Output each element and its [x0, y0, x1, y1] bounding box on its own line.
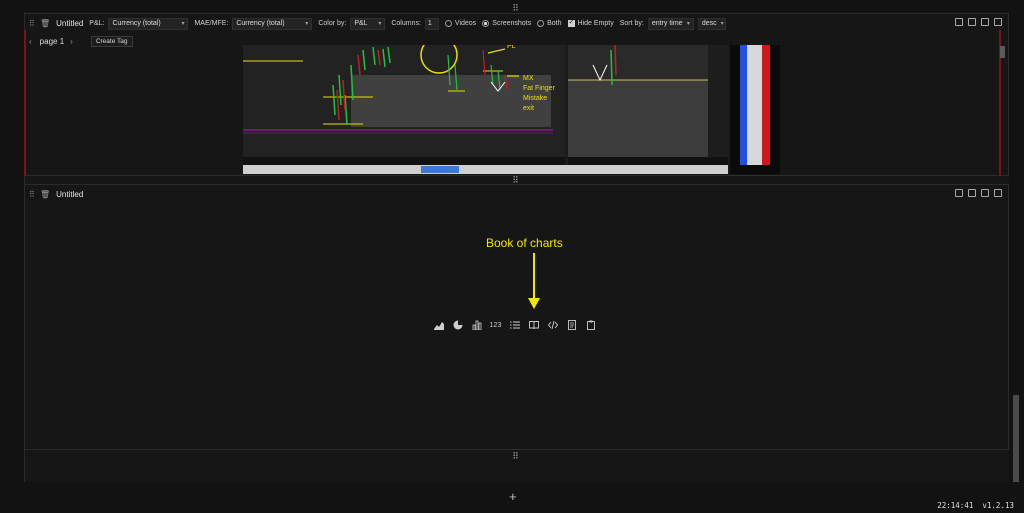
- sortby-select-value: entry time: [651, 20, 683, 27]
- pnl-select-value: Currency (total): [112, 20, 161, 27]
- chevron-left-icon[interactable]: ‹: [29, 37, 32, 46]
- page-bar: ‹ page 1 › Create Tag: [29, 34, 133, 48]
- screenshot-annotation-1: Fat Finger: [523, 85, 556, 92]
- sortby-select[interactable]: entry time ▾: [647, 17, 694, 30]
- create-tag-button[interactable]: Create Tag: [90, 35, 133, 47]
- colorby-label: Color by:: [318, 20, 347, 27]
- trade-screenshot-image: PL MX Fat Finger Mistake exit: [243, 45, 780, 174]
- chevron-down-icon: ▾: [378, 21, 382, 27]
- number-icon-label: 123: [489, 321, 502, 329]
- screenshot-annotation-0: MX: [523, 75, 534, 82]
- panel-window-controls: [955, 18, 1002, 26]
- chevron-right-icon[interactable]: ›: [70, 37, 73, 46]
- annotation-arrow-icon: [533, 253, 535, 303]
- radio-videos[interactable]: [444, 20, 452, 27]
- panel-window-controls-2: [955, 189, 1002, 197]
- expand-icon[interactable]: [955, 18, 963, 26]
- chevron-down-icon: ▾: [305, 21, 309, 27]
- maemfe-select[interactable]: Currency (total) ▾: [232, 17, 313, 30]
- radio-both[interactable]: [537, 20, 545, 27]
- loss-indicator-left: [24, 30, 26, 176]
- pnl-label: P&L:: [89, 20, 105, 27]
- chevron-down-icon: ▾: [720, 21, 724, 27]
- colorby-select[interactable]: P&L ▾: [350, 17, 386, 30]
- radio-videos-label: Videos: [454, 20, 477, 27]
- code-icon[interactable]: [545, 318, 560, 332]
- area-chart-icon[interactable]: [431, 318, 446, 332]
- screenshot-annotation-2: Mistake: [523, 95, 547, 102]
- radio-screenshots-label: Screenshots: [492, 20, 532, 27]
- pnl-select[interactable]: Currency (total) ▾: [108, 17, 189, 30]
- expand-icon[interactable]: [955, 189, 963, 197]
- columns-select-value: 1: [427, 20, 432, 27]
- screenshot-annotation-3: exit: [523, 105, 534, 112]
- radio-screenshots[interactable]: [482, 20, 490, 27]
- clipboard-icon[interactable]: [583, 318, 598, 332]
- order-select[interactable]: desc ▾: [697, 17, 726, 30]
- columns-label: Columns:: [391, 20, 421, 27]
- sortby-label: Sort by:: [619, 20, 644, 27]
- empty-panel: ⠿ 🗑 Untitled: [24, 184, 1009, 450]
- trash-icon[interactable]: 🗑: [40, 190, 50, 199]
- grip-icon[interactable]: ⠿: [29, 190, 35, 198]
- hide-empty-checkbox[interactable]: [567, 18, 575, 27]
- copy-icon[interactable]: [994, 189, 1002, 197]
- panel-toolbar: ⠿ 🗑 Untitled P&L: Currency (total) ▾ MAE/…: [25, 14, 1008, 33]
- order-select-value: desc: [701, 20, 717, 27]
- status-time: 22:14:41: [937, 501, 974, 510]
- copy-icon[interactable]: [994, 18, 1002, 26]
- split-icon[interactable]: [968, 189, 976, 197]
- panel-title[interactable]: Untitled: [56, 19, 83, 28]
- book-icon[interactable]: [526, 318, 541, 332]
- annotation-arrowhead-icon: [528, 298, 540, 309]
- hide-empty-label: Hide Empty: [577, 20, 614, 27]
- status-clock: 22:14:41 v1.2.13: [937, 501, 1014, 510]
- chevron-down-icon: ▾: [686, 21, 690, 27]
- document-icon[interactable]: [564, 318, 579, 332]
- maemfe-label: MAE/MFE:: [194, 20, 229, 27]
- scrollbar-page[interactable]: [1013, 395, 1019, 482]
- scrollbar-top-panel[interactable]: [1000, 46, 1005, 58]
- maemfe-select-value: Currency (total): [236, 20, 285, 27]
- number-icon[interactable]: 123: [488, 318, 503, 332]
- add-panel-icon[interactable]: +: [509, 489, 517, 504]
- split-icon[interactable]: [968, 18, 976, 26]
- widget-type-toolbar: 123: [431, 318, 598, 332]
- panel-toolbar-2: ⠿ 🗑 Untitled: [25, 185, 1008, 204]
- minimize-icon[interactable]: [981, 189, 989, 197]
- list-icon[interactable]: [507, 318, 522, 332]
- book-of-charts-annotation: Book of charts: [486, 236, 563, 250]
- trade-screenshot[interactable]: PL MX Fat Finger Mistake exit: [243, 45, 780, 174]
- status-version: v1.2.13: [982, 501, 1014, 510]
- pie-chart-icon[interactable]: [450, 318, 465, 332]
- minimize-icon[interactable]: [981, 18, 989, 26]
- radio-both-label: Both: [547, 20, 562, 27]
- chevron-down-icon: ▾: [181, 21, 185, 27]
- drag-handle-bottom[interactable]: ⠿: [506, 451, 526, 462]
- columns-select[interactable]: 1: [424, 17, 439, 30]
- panel-title-2[interactable]: Untitled: [56, 190, 83, 199]
- screenshot-top-label: PL: [507, 45, 516, 50]
- page-label: page 1: [39, 36, 65, 46]
- colorby-select-value: P&L: [354, 20, 368, 27]
- grip-icon[interactable]: ⠿: [29, 19, 35, 27]
- trash-icon[interactable]: 🗑: [40, 19, 50, 28]
- bar-chart-icon[interactable]: [469, 318, 484, 332]
